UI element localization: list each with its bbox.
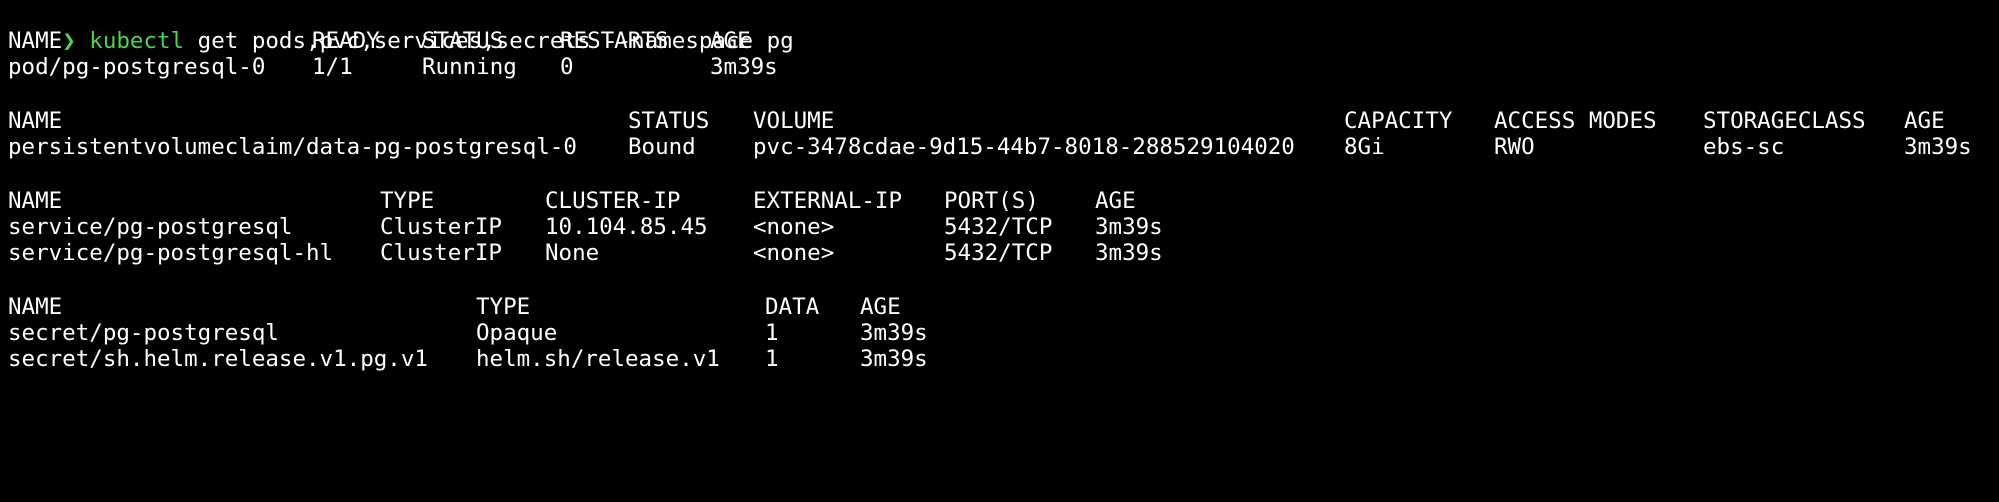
- pvc-access-modes: RWO: [1494, 134, 1535, 160]
- pod-status: Running: [422, 54, 517, 80]
- svc-external-ip: <none>: [753, 214, 835, 240]
- svc-cluster-ip: 10.104.85.45: [545, 214, 708, 240]
- services-header-row: NAME TYPE CLUSTER-IP EXTERNAL-IP PORT(S)…: [8, 188, 1999, 214]
- terminal-window[interactable]: ❯ kubectl get pods,pvc,services,secrets …: [0, 0, 1999, 409]
- secret-type: helm.sh/release.v1: [476, 346, 720, 372]
- table-row: persistentvolumeclaim/data-pg-postgresql…: [8, 134, 1999, 160]
- pods-header-ready: READY: [312, 28, 380, 54]
- pod-name: pod/pg-postgresql-0: [8, 54, 266, 80]
- pods-header-status: STATUS: [422, 28, 504, 54]
- secrets-header-row: NAME TYPE DATA AGE: [8, 294, 1999, 320]
- svc-header-ports: PORT(S): [944, 188, 1039, 214]
- pvc-header-storageclass: STORAGECLASS: [1703, 108, 1866, 134]
- table-row: service/pg-postgresql-hl ClusterIP None …: [8, 240, 1999, 266]
- svc-external-ip: <none>: [753, 240, 835, 266]
- secret-age: 3m39s: [860, 346, 928, 372]
- secret-header-age: AGE: [860, 294, 901, 320]
- pvc-age: 3m39s: [1904, 134, 1972, 160]
- secret-header-type: TYPE: [476, 294, 531, 320]
- svc-age: 3m39s: [1095, 240, 1163, 266]
- pod-restarts: 0: [560, 54, 574, 80]
- pvc-header-access-modes: ACCESS MODES: [1494, 108, 1657, 134]
- svc-age: 3m39s: [1095, 214, 1163, 240]
- svc-header-type: TYPE: [380, 188, 435, 214]
- svc-cluster-ip: None: [545, 240, 600, 266]
- pvc-storageclass: ebs-sc: [1703, 134, 1785, 160]
- secret-header-data: DATA: [765, 294, 820, 320]
- pvc-status: Bound: [628, 134, 696, 160]
- pods-header-age: AGE: [710, 28, 751, 54]
- svc-ports: 5432/TCP: [944, 214, 1053, 240]
- secret-data: 1: [765, 346, 779, 372]
- pods-header-name: NAME: [8, 28, 63, 54]
- pvc-header-age: AGE: [1904, 108, 1945, 134]
- table-row: secret/sh.helm.release.v1.pg.v1 helm.sh/…: [8, 346, 1999, 372]
- secret-age: 3m39s: [860, 320, 928, 346]
- pvc-header-status: STATUS: [628, 108, 710, 134]
- svc-type: ClusterIP: [380, 214, 502, 240]
- table-row: secret/pg-postgresql Opaque 1 3m39s: [8, 320, 1999, 346]
- svc-header-cluster-ip: CLUSTER-IP: [545, 188, 681, 214]
- secret-name: secret/sh.helm.release.v1.pg.v1: [8, 346, 428, 372]
- pod-ready: 1/1: [312, 54, 353, 80]
- pvc-volume: pvc-3478cdae-9d15-44b7-8018-288529104020: [753, 134, 1295, 160]
- svc-type: ClusterIP: [380, 240, 502, 266]
- secret-type: Opaque: [476, 320, 558, 346]
- pvc-name: persistentvolumeclaim/data-pg-postgresql…: [8, 134, 577, 160]
- svc-name: service/pg-postgresql-hl: [8, 240, 334, 266]
- svc-header-external-ip: EXTERNAL-IP: [753, 188, 903, 214]
- svc-header-name: NAME: [8, 188, 63, 214]
- secret-data: 1: [765, 320, 779, 346]
- pvc-header-row: NAME STATUS VOLUME CAPACITY ACCESS MODES…: [8, 108, 1999, 134]
- secret-header-name: NAME: [8, 294, 63, 320]
- table-row: pod/pg-postgresql-0 1/1 Running 0 3m39s: [8, 54, 1999, 80]
- svc-ports: 5432/TCP: [944, 240, 1053, 266]
- pods-header-row: NAME READY STATUS RESTARTS AGE: [8, 28, 1999, 54]
- table-row: service/pg-postgresql ClusterIP 10.104.8…: [8, 214, 1999, 240]
- pod-age: 3m39s: [710, 54, 778, 80]
- command-line: ❯ kubectl get pods,pvc,services,secrets …: [8, 2, 1999, 54]
- svc-header-age: AGE: [1095, 188, 1136, 214]
- pvc-header-capacity: CAPACITY: [1344, 108, 1453, 134]
- pods-header-restarts: RESTARTS: [560, 28, 669, 54]
- secret-name: secret/pg-postgresql: [8, 320, 279, 346]
- pvc-capacity: 8Gi: [1344, 134, 1385, 160]
- svc-name: service/pg-postgresql: [8, 214, 293, 240]
- pvc-header-volume: VOLUME: [753, 108, 835, 134]
- pvc-header-name: NAME: [8, 108, 63, 134]
